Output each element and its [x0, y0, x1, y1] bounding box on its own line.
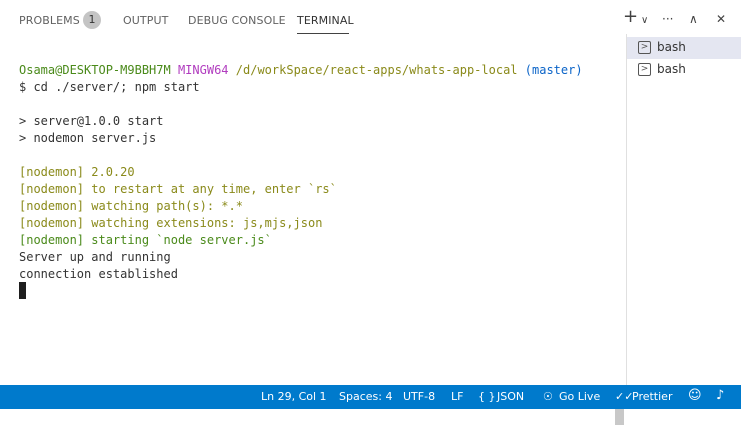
indentation-setting[interactable]: Spaces: 4: [339, 390, 392, 403]
prompt-user-host: Osama@DESKTOP-M9BBH7M: [19, 63, 171, 77]
terminal-line: [nodemon] starting `node server.js`: [19, 233, 272, 247]
feedback-icon[interactable]: ☺: [688, 388, 702, 403]
encoding-setting[interactable]: UTF-8: [403, 390, 435, 403]
terminal-line: [nodemon] watching path(s): *.*: [19, 199, 243, 213]
terminal-dropdown-icon[interactable]: ∨: [641, 12, 648, 30]
terminal-line: $ cd ./server/; npm start: [19, 80, 200, 94]
tab-problems[interactable]: PROBLEMS: [19, 14, 80, 27]
prompt-path: /d/workSpace/react-apps/whats-app-local: [235, 63, 518, 77]
more-actions-icon[interactable]: ···: [662, 10, 673, 28]
terminal-list-item-label: bash: [657, 62, 686, 76]
tab-debug-console[interactable]: DEBUG CONSOLE: [188, 14, 286, 27]
eol-setting[interactable]: LF: [451, 390, 463, 403]
terminal-line: [nodemon] 2.0.20: [19, 165, 135, 179]
terminal-icon: >: [638, 41, 651, 54]
tab-output[interactable]: OUTPUT: [123, 14, 168, 27]
terminal-line: Server up and running: [19, 250, 171, 264]
terminal-line: > nodemon server.js: [19, 131, 157, 145]
prompt-env: MINGW64: [177, 63, 229, 77]
prettier-button[interactable]: Prettier: [632, 390, 672, 403]
cursor-position[interactable]: Ln 29, Col 1: [261, 390, 327, 403]
maximize-panel-icon[interactable]: ∧: [689, 10, 698, 28]
terminal-list-item-bash[interactable]: > bash: [627, 37, 741, 59]
notifications-bell-icon[interactable]: ♪: [716, 388, 724, 403]
terminal-cursor: [19, 282, 26, 299]
prompt-branch: (master): [524, 63, 583, 77]
problems-count-badge: 1: [83, 11, 101, 29]
new-terminal-icon[interactable]: +: [623, 8, 638, 26]
terminal-output[interactable]: Osama@DESKTOP-M9BBH7M MINGW64 /d/workSpa…: [0, 40, 626, 425]
language-mode[interactable]: JSON: [497, 390, 524, 403]
active-tab-indicator: [297, 33, 349, 34]
terminal-line: [nodemon] to restart at any time, enter …: [19, 182, 337, 196]
terminal-icon: >: [638, 63, 651, 76]
terminal-tabs-list: > bash > bash: [626, 34, 741, 385]
terminal-line: > server@1.0.0 start: [19, 114, 164, 128]
terminal-prompt-line: Osama@DESKTOP-M9BBH7M MINGW64 /d/workSpa…: [19, 62, 583, 79]
tab-terminal[interactable]: TERMINAL: [297, 14, 354, 27]
terminal-line: connection established: [19, 267, 178, 281]
terminal-line: [nodemon] watching extensions: js,mjs,js…: [19, 216, 323, 230]
close-panel-icon[interactable]: ✕: [716, 10, 726, 28]
status-bar: Ln 29, Col 1 Spaces: 4 UTF-8 LF { } JSON…: [0, 385, 741, 409]
terminal-list-item-bash[interactable]: > bash: [627, 59, 741, 81]
go-live-icon: ☉: [543, 390, 553, 403]
terminal-list-item-label: bash: [657, 40, 686, 54]
language-icon: { }: [478, 390, 496, 403]
go-live-button[interactable]: Go Live: [559, 390, 600, 403]
prettier-icon: ✓✓: [615, 390, 634, 403]
